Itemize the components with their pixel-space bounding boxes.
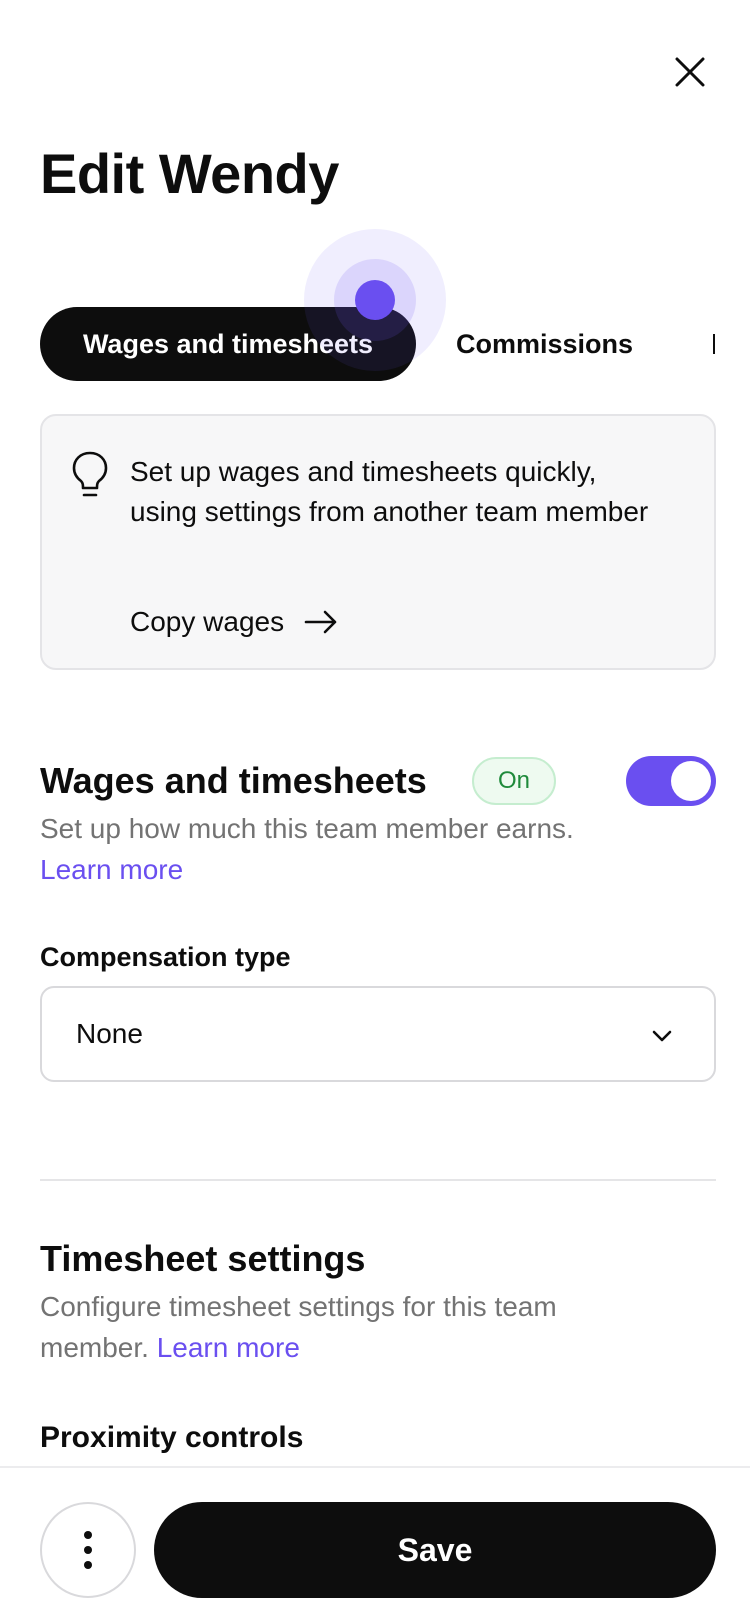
edit-team-member-page: Edit Wendy Wages and timesheets Commissi… bbox=[0, 0, 750, 1624]
wages-description-text: Set up how much this team member earns. bbox=[40, 813, 574, 844]
tab-bar: Wages and timesheets Commissions bbox=[40, 307, 716, 381]
timesheet-learn-more-link[interactable]: Learn more bbox=[157, 1332, 300, 1363]
compensation-type-label: Compensation type bbox=[40, 942, 291, 972]
copy-wages-description: Set up wages and timesheets quickly, usi… bbox=[130, 456, 649, 527]
page-title: Edit Wendy bbox=[40, 142, 339, 205]
section-divider bbox=[40, 1179, 716, 1181]
save-button[interactable]: Save bbox=[154, 1502, 716, 1598]
wages-toggle[interactable] bbox=[626, 756, 716, 806]
lightbulb-icon bbox=[72, 451, 108, 497]
copy-wages-link[interactable]: Copy wages bbox=[130, 602, 338, 642]
status-badge: On bbox=[472, 757, 556, 805]
copy-wages-label: Copy wages bbox=[130, 606, 285, 637]
wages-learn-more-link[interactable]: Learn more bbox=[40, 854, 183, 885]
tab-commissions[interactable]: Commissions bbox=[456, 307, 633, 381]
footer-bar: Save bbox=[0, 1466, 750, 1624]
chevron-down-icon bbox=[652, 1030, 672, 1042]
close-icon bbox=[675, 57, 705, 87]
timesheet-section-title: Timesheet settings bbox=[40, 1238, 366, 1279]
tab-wages-and-timesheets[interactable]: Wages and timesheets bbox=[40, 307, 416, 381]
compensation-type-value: None bbox=[76, 1018, 143, 1049]
next-tab-edge[interactable] bbox=[713, 334, 715, 354]
timesheet-section-description: Configure timesheet settings for this te… bbox=[40, 1286, 660, 1368]
copy-wages-card: Set up wages and timesheets quickly, usi… bbox=[40, 414, 716, 670]
arrow-right-icon bbox=[304, 610, 337, 634]
wages-section-title: Wages and timesheets bbox=[40, 760, 427, 801]
proximity-controls-heading: Proximity controls bbox=[40, 1421, 304, 1454]
wages-section-description: Set up how much this team member earns. … bbox=[40, 808, 600, 890]
more-vertical-icon bbox=[84, 1531, 92, 1569]
toggle-knob bbox=[671, 761, 711, 801]
more-options-button[interactable] bbox=[40, 1502, 136, 1598]
close-button[interactable] bbox=[664, 46, 716, 98]
compensation-type-select[interactable]: None bbox=[40, 986, 716, 1082]
